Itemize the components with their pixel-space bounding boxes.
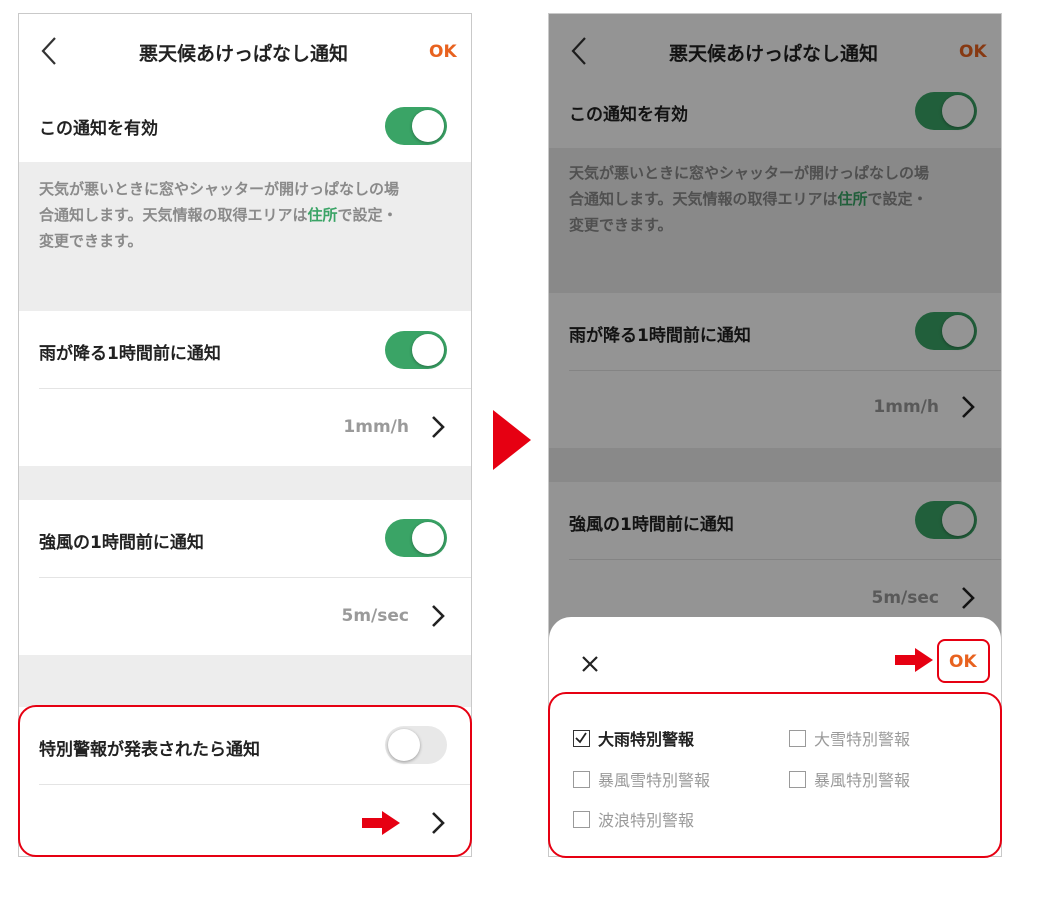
rain-threshold-row[interactable]: 1mm/h	[19, 389, 471, 466]
enable-toggle[interactable]	[385, 107, 447, 145]
transition-arrow-icon	[493, 410, 531, 470]
enable-row: この通知を有効	[19, 90, 471, 162]
rain-threshold-value: 1mm/h	[343, 417, 409, 437]
highlight-frame	[18, 705, 472, 857]
back-chevron-icon[interactable]	[41, 36, 57, 66]
wind-label: 強風の1時間前に通知	[39, 533, 204, 553]
wind-threshold-value: 5m/sec	[341, 606, 409, 626]
page-title: 悪天候あけっぱなし通知	[139, 43, 349, 65]
rain-toggle[interactable]	[385, 331, 447, 369]
pointer-arrow-icon	[362, 811, 400, 835]
enable-label: この通知を有効	[39, 119, 158, 139]
pointer-arrow-icon	[895, 648, 933, 672]
wind-threshold-row[interactable]: 5m/sec	[19, 578, 471, 655]
wind-section: 強風の1時間前に通知 5m/sec	[19, 500, 471, 655]
ok-button[interactable]: OK	[429, 42, 457, 62]
close-icon[interactable]	[581, 655, 599, 677]
rain-label: 雨が降る1時間前に通知	[39, 344, 221, 364]
options-highlight-frame	[548, 692, 1002, 858]
chevron-right-icon	[431, 604, 445, 628]
chevron-right-icon	[431, 415, 445, 439]
nav-bar: 悪天候あけっぱなし通知 OK	[19, 14, 471, 90]
description-text: 天気が悪いときに窓やシャッターが開けっぱなしの場 合通知します。天気情報の取得エ…	[39, 180, 400, 250]
ok-highlight-frame	[937, 639, 990, 683]
rain-section: 雨が降る1時間前に通知 1mm/h	[19, 311, 471, 466]
wind-toggle[interactable]	[385, 519, 447, 557]
address-link[interactable]: 住所	[308, 206, 338, 224]
